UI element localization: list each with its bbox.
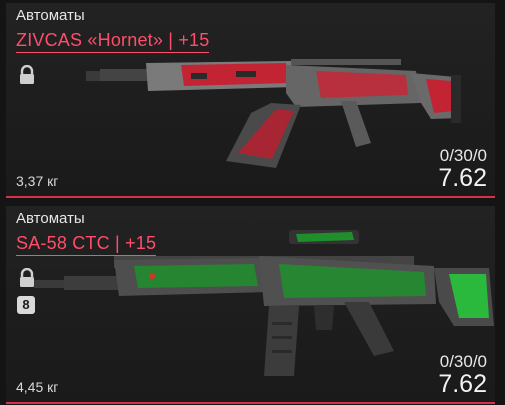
lock-icon [20, 65, 34, 84]
weapon-weight: 3,37 кг [16, 173, 59, 189]
weapon-image [34, 230, 494, 376]
weapon-category: Автоматы [16, 210, 85, 227]
weapon-category: Автоматы [16, 7, 85, 24]
weapon-caliber: 7.62 [438, 370, 487, 398]
upgrade-level-badge: 8 [17, 296, 35, 314]
weapon-weight: 4,45 кг [16, 379, 59, 395]
weapon-ammo: 0/30/0 [439, 146, 487, 165]
weapon-image [86, 59, 461, 168]
weapon-card-2[interactable]: Автоматы SA-58 CTC | +15 8 4,45 кг 0/30/… [6, 206, 495, 404]
weapon-ammo: 0/30/0 [439, 352, 487, 371]
weapon-card-1[interactable]: Автоматы ZIVCAS «Hornet» | +15 3,37 кг 0… [6, 3, 495, 198]
weapon-caliber: 7.62 [438, 164, 487, 192]
